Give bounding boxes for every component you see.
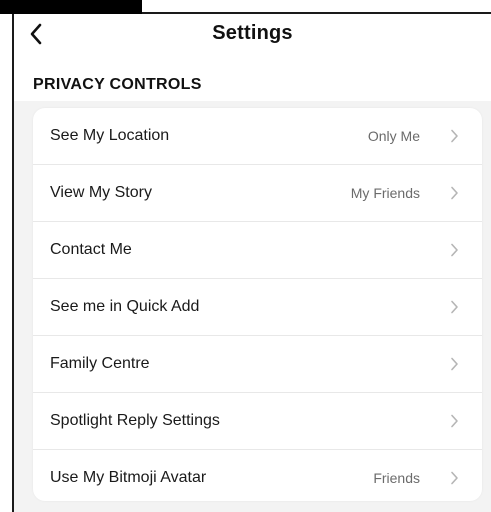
settings-screen: Settings PRIVACY CONTROLS See My Locatio…: [0, 0, 491, 512]
chevron-right-icon: [448, 299, 460, 315]
row-label: See me in Quick Add: [50, 298, 200, 315]
chevron-right-icon: [448, 185, 460, 201]
header: Settings: [14, 14, 491, 54]
row-label: Use My Bitmoji Avatar: [50, 469, 207, 486]
row-label: Spotlight Reply Settings: [50, 412, 220, 429]
row-see-me-in-quick-add[interactable]: See me in Quick Add: [33, 279, 482, 336]
chevron-right-icon: [448, 128, 460, 144]
row-value: Only Me: [367, 128, 420, 144]
row-value: Friends: [373, 470, 420, 486]
row-spotlight-reply-settings[interactable]: Spotlight Reply Settings: [33, 393, 482, 450]
section-title: PRIVACY CONTROLS: [33, 76, 202, 93]
page-title: Settings: [212, 22, 293, 44]
row-family-centre[interactable]: Family Centre: [33, 336, 482, 393]
row-label: Family Centre: [50, 355, 150, 372]
row-see-my-location[interactable]: See My Location Only Me: [33, 108, 482, 165]
chevron-right-icon: [448, 356, 460, 372]
top-crop-bar: [0, 0, 142, 14]
chevron-right-icon: [448, 413, 460, 429]
row-contact-me[interactable]: Contact Me: [33, 222, 482, 279]
row-label: Contact Me: [50, 241, 132, 258]
privacy-controls-card: See My Location Only Me View My Story My…: [33, 108, 482, 501]
chevron-right-icon: [448, 470, 460, 486]
row-label: View My Story: [50, 184, 152, 201]
row-view-my-story[interactable]: View My Story My Friends: [33, 165, 482, 222]
row-label: See My Location: [50, 127, 170, 144]
chevron-right-icon: [448, 242, 460, 258]
row-use-my-bitmoji-avatar[interactable]: Use My Bitmoji Avatar Friends: [33, 450, 482, 501]
row-value: My Friends: [350, 185, 420, 201]
